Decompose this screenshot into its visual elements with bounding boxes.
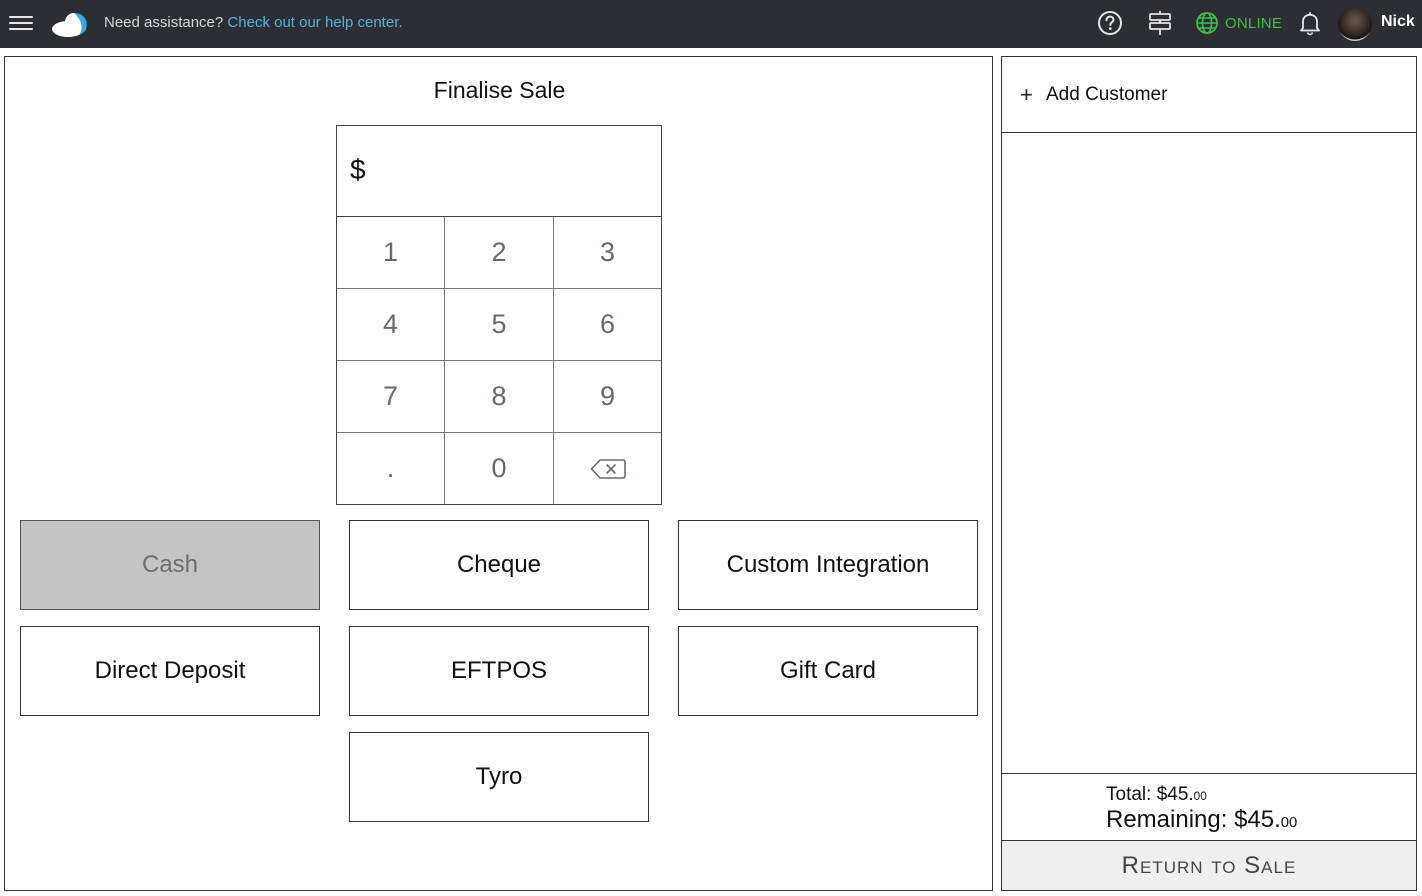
menu-icon[interactable] (9, 12, 33, 34)
add-customer-button[interactable]: + Add Customer (1002, 57, 1416, 133)
page-title: Finalise Sale (433, 77, 566, 103)
cash-button[interactable]: Cash (20, 520, 320, 610)
avatar[interactable] (1338, 7, 1372, 41)
backspace-icon (590, 458, 626, 479)
signpost-icon[interactable] (1147, 10, 1173, 36)
numeric-keypad: 1 2 3 4 5 6 7 8 9 . 0 (336, 216, 662, 505)
finalise-sale-panel: Finalise Sale $ 1 2 3 4 5 6 7 8 9 . 0 Ca… (4, 56, 993, 891)
key-2[interactable]: 2 (445, 217, 554, 289)
key-8[interactable]: 8 (445, 361, 554, 433)
remaining-cents: 00 (1280, 815, 1298, 831)
total-amount: Total: $45.00 (1106, 784, 1207, 806)
help-banner: Need assistance? Check out our help cent… (104, 14, 403, 31)
amount-input[interactable] (377, 146, 647, 196)
key-decimal[interactable]: . (337, 433, 445, 504)
key-backspace[interactable] (554, 433, 661, 504)
amount-display: $ (336, 125, 662, 217)
key-7[interactable]: 7 (337, 361, 445, 433)
key-6[interactable]: 6 (554, 289, 661, 361)
totals-summary: Total: $45.00 Remaining: $45.00 (1002, 773, 1416, 841)
cloud-logo-icon[interactable] (50, 10, 92, 38)
key-4[interactable]: 4 (337, 289, 445, 361)
currency-symbol: $ (350, 154, 366, 185)
globe-icon (1196, 12, 1218, 34)
key-9[interactable]: 9 (554, 361, 661, 433)
key-1[interactable]: 1 (337, 217, 445, 289)
plus-icon: + (1020, 81, 1033, 107)
key-5[interactable]: 5 (445, 289, 554, 361)
help-prefix: Need assistance? (104, 14, 224, 31)
bell-icon[interactable] (1297, 10, 1323, 36)
remaining-label: Remaining: $45. (1106, 806, 1281, 833)
help-center-link[interactable]: Check out our help center. (227, 14, 402, 31)
key-3[interactable]: 3 (554, 217, 661, 289)
total-label: Total: $45. (1106, 784, 1194, 805)
custom-integration-button[interactable]: Custom Integration (678, 520, 978, 610)
add-customer-label: Add Customer (1046, 83, 1168, 105)
online-label: ONLINE (1225, 14, 1283, 32)
top-bar: Need assistance? Check out our help cent… (0, 0, 1422, 48)
customer-panel: + Add Customer Total: $45.00 Remaining: … (1001, 56, 1417, 891)
total-cents: 00 (1193, 790, 1207, 803)
tyro-button[interactable]: Tyro (349, 732, 649, 822)
eftpos-button[interactable]: EFTPOS (349, 626, 649, 716)
return-to-sale-button[interactable]: Return to Sale (1002, 840, 1416, 890)
help-circle-icon[interactable] (1097, 10, 1123, 36)
remaining-amount: Remaining: $45.00 (1106, 806, 1297, 834)
key-0[interactable]: 0 (445, 433, 554, 504)
user-name[interactable]: Nick (1381, 13, 1415, 31)
direct-deposit-button[interactable]: Direct Deposit (20, 626, 320, 716)
online-status[interactable]: ONLINE (1195, 10, 1282, 36)
gift-card-button[interactable]: Gift Card (678, 626, 978, 716)
cheque-button[interactable]: Cheque (349, 520, 649, 610)
